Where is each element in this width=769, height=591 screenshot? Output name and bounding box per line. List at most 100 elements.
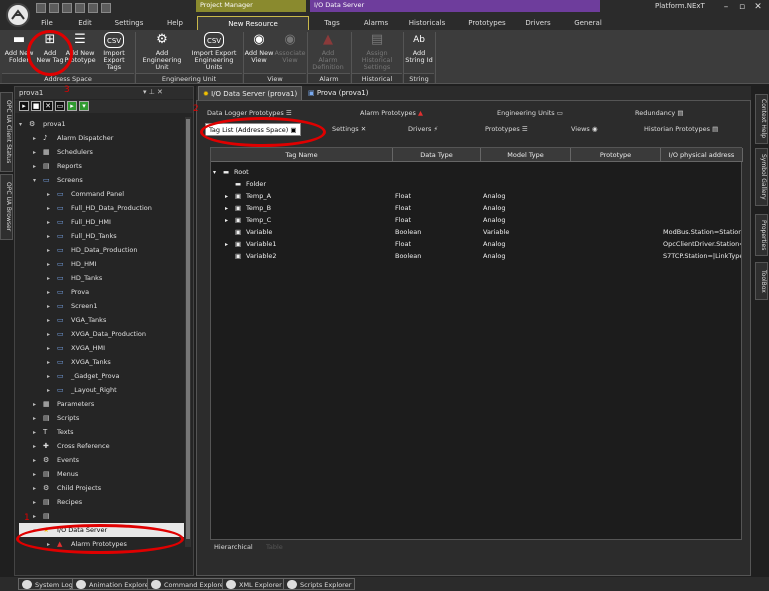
table-row[interactable]: ▸ ▣ Temp_B Float Analog <box>211 202 743 214</box>
application-menu-orb[interactable] <box>6 3 30 27</box>
expand-arrow-icon[interactable]: ▸ <box>47 258 57 272</box>
maximize-icon[interactable]: ▫ <box>736 2 748 13</box>
expand-arrow-icon[interactable]: ▸ <box>33 496 43 510</box>
collapse-arrow-icon[interactable]: ▾ <box>19 118 29 132</box>
expand-arrow-icon[interactable]: ▸ <box>47 230 57 244</box>
associate-view-button[interactable]: ◉ Associate View <box>274 32 306 74</box>
quick-access-run-icon[interactable] <box>101 3 111 13</box>
opc-ua-client-status-tab[interactable]: OPC UA Client Status <box>0 92 13 172</box>
tree-item[interactable]: ▸ ▭ Full_HD_HMI <box>19 215 184 229</box>
quick-access-save-icon[interactable] <box>62 3 72 13</box>
expand-arrow-icon[interactable]: ▸ <box>47 216 57 230</box>
expand-arrow-icon[interactable]: ▸ <box>47 370 57 384</box>
column-header-io-address[interactable]: I/O physical address <box>661 148 743 162</box>
tree-save-icon[interactable]: ▭ <box>55 101 65 111</box>
tree-item[interactable]: ▸ ▭ XVGA_Data_Production <box>19 327 184 341</box>
tree-run-options-icon[interactable]: ▾ <box>79 101 89 111</box>
ribbon-tab-drivers[interactable]: Drivers <box>520 16 556 30</box>
tab-alarm-prototypes[interactable]: Alarm Prototypes ▲ <box>360 107 480 120</box>
tree-scrollbar-thumb[interactable] <box>186 119 190 539</box>
panel-pin-icon[interactable]: ▾ ⊥ ✕ <box>143 88 163 96</box>
table-row[interactable]: ▸ ▣ Temp_C Float Analog <box>211 214 743 226</box>
import-export-tags-button[interactable]: CSV Import Export Tags <box>96 32 132 74</box>
collapse-arrow-icon[interactable]: ▾ <box>33 174 43 188</box>
tree-item[interactable]: ▸ ▭ Prova <box>19 285 184 299</box>
tab-redundancy[interactable]: Redundancy ▤ <box>635 107 745 120</box>
table-row[interactable]: ▣ Variable Boolean Variable ModBus.Station=S… <box>211 226 743 238</box>
close-icon[interactable]: ✕ <box>752 2 764 13</box>
tree-item[interactable]: ▸ ▭ _Layout_Right <box>19 383 184 397</box>
tree-item[interactable]: ▸ ✚ Cross Reference <box>19 439 184 453</box>
table-row[interactable]: ▣ Variable2 Boolean Analog S7TCP.Station=|Li… <box>211 250 743 262</box>
expand-arrow-icon[interactable]: ▸ <box>47 300 57 314</box>
tree-item[interactable]: ▸ ▭ XVGA_HMI <box>19 341 184 355</box>
expand-arrow-icon[interactable]: ▸ <box>47 328 57 342</box>
column-header-data-type[interactable]: Data Type <box>393 148 481 162</box>
add-alarm-definition-button[interactable]: ▲ Add Alarm Definition <box>308 32 348 74</box>
ribbon-tab-tags[interactable]: Tags <box>312 16 352 30</box>
tree-item[interactable]: ▸ ▤ Recipes <box>19 495 184 509</box>
expand-arrow-icon[interactable]: ▸ <box>33 426 43 440</box>
animation-explorer-button[interactable]: Animation Explorer <box>72 578 156 590</box>
tab-hierarchical[interactable]: Hierarchical <box>210 542 257 553</box>
tab-settings[interactable]: Settings ✕ <box>332 123 392 136</box>
tab-prototypes[interactable]: Prototypes ☰ <box>485 123 555 136</box>
expand-arrow-icon[interactable]: ▸ <box>33 454 43 468</box>
expand-arrow-icon[interactable]: ▸ <box>33 398 43 412</box>
column-header-prototype[interactable]: Prototype <box>571 148 661 162</box>
add-string-id-button[interactable]: Ab Add String Id <box>404 32 434 74</box>
tree-item[interactable]: ▸ ▦ Schedulers <box>19 145 184 159</box>
tree-item[interactable]: ▸ ▭ HD_HMI <box>19 257 184 271</box>
ribbon-tab-prototypes[interactable]: Prototypes <box>464 16 510 30</box>
tree-item[interactable]: ▸ ▭ Full_HD_Tanks <box>19 229 184 243</box>
ribbon-tab-edit[interactable]: Edit <box>68 16 102 30</box>
symbol-gallery-tab[interactable]: Symbol Gallery <box>755 148 768 206</box>
ribbon-tab-general[interactable]: General <box>568 16 608 30</box>
tab-drivers[interactable]: Drivers ⚡ <box>408 123 468 136</box>
tree-item[interactable]: ▸ ▭ _Gadget_Prova <box>19 369 184 383</box>
tree-run-icon[interactable]: ▸ <box>67 101 77 111</box>
expand-arrow-icon[interactable]: ▸ <box>225 191 235 202</box>
minimize-icon[interactable]: – <box>720 2 732 13</box>
tree-item[interactable]: ▸ ▤ Reports <box>19 159 184 173</box>
command-explorer-button[interactable]: Command Explorer <box>147 578 231 590</box>
tree-item[interactable]: ▸ ▭ XVGA_Tanks <box>19 355 184 369</box>
quick-access-open-icon[interactable] <box>49 3 59 13</box>
tree-item[interactable]: ▸ ⚙ Child Projects <box>19 481 184 495</box>
table-row[interactable]: ▬ Folder <box>211 178 743 190</box>
tree-close-icon[interactable]: ✕ <box>43 101 53 111</box>
tree-item[interactable]: ▸ ▤ Menus <box>19 467 184 481</box>
expand-arrow-icon[interactable]: ▸ <box>225 203 235 214</box>
tree-item[interactable]: ▸ ▭ HD_Data_Production <box>19 243 184 257</box>
table-row[interactable]: ▸ ▣ Variable1 Float Analog OpcClientDriver.St… <box>211 238 743 250</box>
expand-arrow-icon[interactable]: ▸ <box>33 132 43 146</box>
add-engineering-unit-button[interactable]: ⚙ Add Engineering Unit <box>136 32 188 74</box>
expand-arrow-icon[interactable]: ▸ <box>47 314 57 328</box>
tab-engineering-units[interactable]: Engineering Units ▭ <box>497 107 617 120</box>
expand-arrow-icon[interactable]: ▸ <box>47 244 57 258</box>
ribbon-tab-file[interactable]: File <box>32 16 62 30</box>
expand-arrow-icon[interactable]: ▸ <box>33 482 43 496</box>
tab-historian-prototypes[interactable]: Historian Prototypes ▤ <box>644 123 744 136</box>
opc-ua-browser-tab[interactable]: OPC UA Browser <box>0 174 13 240</box>
tab-table[interactable]: Table <box>262 542 287 553</box>
expand-arrow-icon[interactable]: ▸ <box>33 160 43 174</box>
column-header-tag-name[interactable]: Tag Name <box>211 148 393 162</box>
toolbox-tab[interactable]: ToolBox <box>755 262 768 300</box>
expand-arrow-icon[interactable]: ▸ <box>47 356 57 370</box>
table-row[interactable]: ▾ ▬ Root <box>211 166 743 178</box>
doc-tab-io-data-server[interactable]: ✹ I/O Data Server (prova1) <box>198 86 302 100</box>
properties-tab[interactable]: Properties <box>755 214 768 256</box>
tree-item[interactable]: ▸ ▦ Parameters <box>19 397 184 411</box>
expand-arrow-icon[interactable]: ▸ <box>33 468 43 482</box>
ribbon-tab-new-resource[interactable]: New Resource <box>197 16 309 30</box>
collapse-arrow-icon[interactable]: ▾ <box>213 167 223 178</box>
expand-arrow-icon[interactable]: ▸ <box>225 239 235 250</box>
expand-arrow-icon[interactable]: ▸ <box>47 286 57 300</box>
ribbon-tab-settings[interactable]: Settings <box>108 16 150 30</box>
expand-arrow-icon[interactable]: ▸ <box>47 384 57 398</box>
tree-item[interactable]: ▾ ⚙ prova1 <box>19 117 184 131</box>
assign-historical-button[interactable]: ▤ Assign Historical Settings <box>352 32 402 74</box>
tree-item[interactable]: ▸ ♪ Alarm Dispatcher <box>19 131 184 145</box>
quick-access-redo-icon[interactable] <box>88 3 98 13</box>
